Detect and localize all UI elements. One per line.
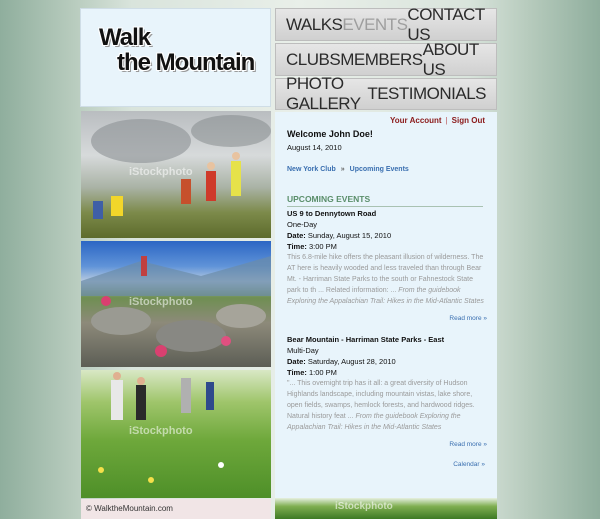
account-links: Your Account | Sign Out (390, 116, 485, 125)
nav-clubs[interactable]: CLUBS (286, 50, 341, 70)
event-title[interactable]: Bear Mountain - Harriman State Parks - E… (287, 334, 487, 345)
breadcrumb: New York Club » Upcoming Events (287, 166, 409, 173)
event-description: "... This overnight trip has it all: a g… (287, 380, 475, 431)
photo-mountain-flowers: iStockphoto (81, 241, 271, 367)
breadcrumb-club[interactable]: New York Club (287, 166, 336, 173)
page-container: Walk the Mountain WALKS EVENTS CONTACT U… (80, 5, 497, 519)
nav-row-2: CLUBS MEMBERS ABOUT US (275, 40, 497, 79)
event-duration: Multi-Day (287, 346, 319, 355)
read-more-link[interactable]: Read more » (287, 313, 487, 324)
event-item: Bear Mountain - Harriman State Parks - E… (287, 334, 487, 450)
logo-line2: the Mountain (117, 49, 255, 76)
logo-line1: Walk (99, 24, 151, 51)
photo-watermark-3: iStockphoto (129, 425, 193, 437)
breadcrumb-separator: » (340, 166, 345, 173)
read-more-link[interactable]: Read more » (287, 439, 487, 450)
copyright: © WalktheMountain.com (81, 499, 271, 519)
event-time: Time: 1:00 PM (287, 368, 337, 377)
nav-photo-gallery[interactable]: PHOTO GALLERY (286, 74, 367, 114)
nav-contact-us[interactable]: CONTACT US (407, 5, 486, 45)
photo-watermark: iStockphoto (129, 166, 193, 178)
sign-out-link[interactable]: Sign Out (452, 116, 485, 125)
grass-watermark: iStockphoto (335, 501, 393, 512)
section-title: UPCOMING EVENTS (287, 194, 483, 207)
nav-members[interactable]: MEMBERS (340, 50, 423, 70)
grass-banner: iStockphoto (275, 498, 497, 519)
nav-row-1: WALKS EVENTS CONTACT US (275, 5, 497, 44)
nav-events[interactable]: EVENTS (342, 15, 408, 35)
event-description: This 6.8-mile hike offers the pleasant i… (287, 254, 484, 305)
photo-hikers-group: iStockphoto (81, 111, 271, 238)
event-duration: One-Day (287, 220, 318, 229)
logo-text: Walk the Mountain (99, 24, 255, 76)
nav-testimonials[interactable]: TESTIMONIALS (367, 84, 486, 104)
nav-walks[interactable]: WALKS (286, 15, 343, 35)
site-logo[interactable]: Walk the Mountain (80, 8, 271, 107)
current-date: August 14, 2010 (287, 143, 342, 152)
event-item: US 9 to Dennytown Road One-Day Date: Sun… (287, 208, 487, 324)
event-date: Date: Sunday, August 15, 2010 (287, 231, 392, 240)
event-date: Date: Saturday, August 28, 2010 (287, 357, 396, 366)
breadcrumb-page[interactable]: Upcoming Events (350, 166, 409, 173)
photo-meadow-hikers: iStockphoto (81, 370, 271, 498)
your-account-link[interactable]: Your Account (390, 116, 442, 125)
nav-row-3: PHOTO GALLERY TESTIMONIALS (275, 74, 497, 113)
photo-watermark-2: iStockphoto (129, 296, 193, 308)
welcome-message: Welcome John Doe! (287, 129, 373, 139)
nav-about-us[interactable]: ABOUT US (423, 40, 486, 80)
event-title[interactable]: US 9 to Dennytown Road (287, 208, 487, 219)
main-content: Your Account | Sign Out Welcome John Doe! … (275, 112, 497, 505)
event-time: Time: 3:00 PM (287, 242, 337, 251)
calendar-link[interactable]: Calendar » (453, 461, 485, 468)
account-separator: | (445, 116, 448, 125)
